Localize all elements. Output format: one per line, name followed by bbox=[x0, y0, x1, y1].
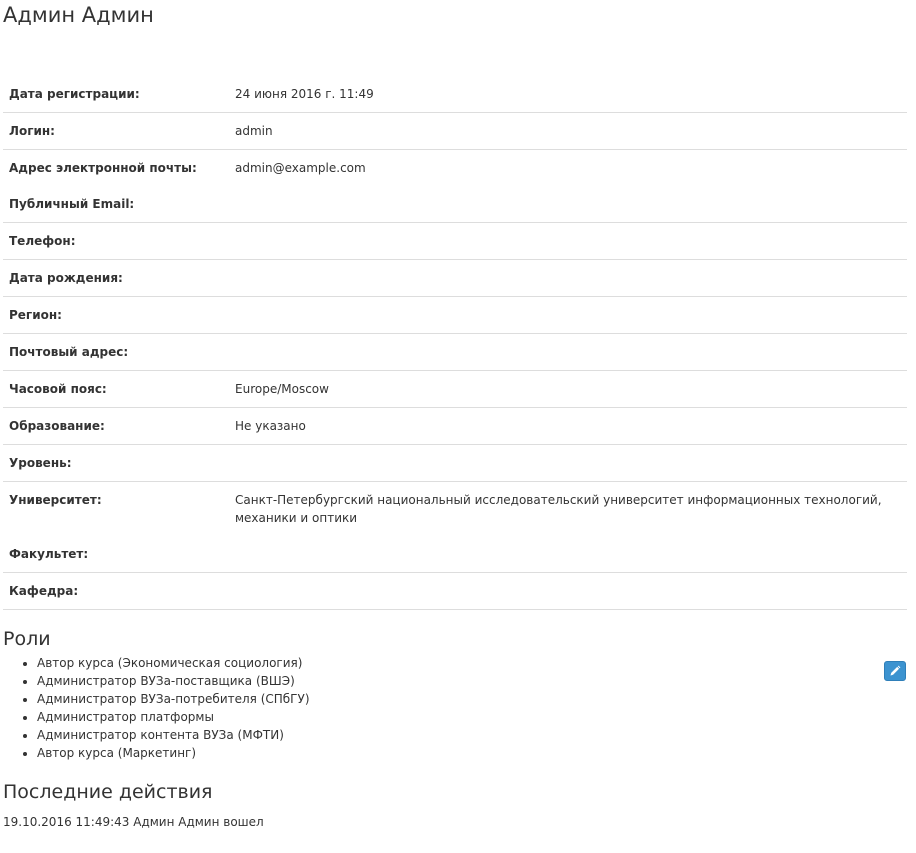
list-item: Администратор контента ВУЗа (МФТИ) bbox=[37, 726, 913, 744]
table-row: Адрес электронной почты: admin@example.co… bbox=[3, 150, 907, 187]
recent-actions-section: Последние действия 19.10.2016 11:49:43 А… bbox=[3, 779, 913, 831]
field-label: Часовой пояс: bbox=[3, 370, 229, 408]
field-label: Образование: bbox=[3, 407, 229, 445]
field-label: Кафедра: bbox=[3, 572, 229, 610]
table-row: Дата регистрации: 24 июня 2016 г. 11:49 bbox=[3, 76, 907, 113]
list-item: Администратор ВУЗа-потребителя (СПбГУ) bbox=[37, 690, 913, 708]
field-label: Логин: bbox=[3, 112, 229, 150]
field-value bbox=[229, 536, 907, 573]
table-row: Телефон: bbox=[3, 222, 907, 260]
activity-entry: 19.10.2016 11:49:43 Админ Админ вошел bbox=[3, 815, 264, 829]
field-label: Телефон: bbox=[3, 222, 229, 260]
field-value: admin@example.com bbox=[235, 161, 366, 175]
table-row: Почтовый адрес: bbox=[3, 333, 907, 371]
table-row: Образование: Не указано bbox=[3, 407, 907, 445]
field-label: Почтовый адрес: bbox=[3, 333, 229, 371]
table-row: Публичный Email: bbox=[3, 186, 907, 223]
field-label: Адрес электронной почты: bbox=[9, 161, 197, 175]
table-row: Уровень: bbox=[3, 444, 907, 482]
field-value bbox=[229, 296, 907, 334]
table-row: Регион: bbox=[3, 296, 907, 334]
recent-actions-heading: Последние действия bbox=[3, 781, 213, 803]
field-label: Публичный Email: bbox=[3, 186, 229, 223]
field-value: Санкт-Петербургский национальный исследо… bbox=[235, 493, 882, 525]
list-item: Автор курса (Экономическая социология) bbox=[37, 654, 913, 672]
field-label: Дата рождения: bbox=[3, 259, 229, 297]
roles-list: Автор курса (Экономическая социология) А… bbox=[3, 654, 913, 762]
list-item: Администратор платформы bbox=[37, 708, 913, 726]
field-value bbox=[229, 444, 907, 482]
field-value: Europe/Moscow bbox=[229, 370, 907, 408]
field-label: Уровень: bbox=[3, 444, 229, 482]
edit-roles-button[interactable] bbox=[884, 661, 906, 681]
field-value bbox=[229, 572, 907, 610]
field-value bbox=[229, 259, 907, 297]
table-row: Факультет: bbox=[3, 536, 907, 573]
field-value bbox=[229, 186, 907, 223]
field-label: Факультет: bbox=[3, 536, 229, 573]
roles-heading: Роли bbox=[3, 628, 51, 650]
table-row: Часовой пояс: Europe/Moscow bbox=[3, 370, 907, 408]
roles-section: Роли Автор курса (Экономическая социолог… bbox=[3, 626, 913, 762]
field-label: Дата регистрации: bbox=[3, 76, 229, 113]
pencil-icon bbox=[890, 665, 901, 676]
page-title: Админ Админ bbox=[3, 3, 154, 27]
field-value: admin bbox=[229, 112, 907, 150]
table-row: Логин: admin bbox=[3, 112, 907, 150]
field-value bbox=[229, 333, 907, 371]
table-row: Кафедра: bbox=[3, 572, 907, 610]
table-row: Университет: Санкт-Петербургский национал… bbox=[3, 482, 907, 537]
field-value: 24 июня 2016 г. 11:49 bbox=[229, 76, 907, 113]
list-item: Автор курса (Маркетинг) bbox=[37, 744, 913, 762]
table-row: Дата рождения: bbox=[3, 259, 907, 297]
field-value bbox=[229, 222, 907, 260]
field-label: Университет: bbox=[9, 493, 102, 507]
field-value: Не указано bbox=[229, 407, 907, 445]
field-label: Регион: bbox=[3, 296, 229, 334]
user-profile-page: Админ Админ Дата регистрации: 24 июня 201… bbox=[0, 0, 916, 831]
profile-details-table: Дата регистрации: 24 июня 2016 г. 11:49 Л… bbox=[3, 76, 907, 610]
list-item: Администратор ВУЗа-поставщика (ВШЭ) bbox=[37, 672, 913, 690]
